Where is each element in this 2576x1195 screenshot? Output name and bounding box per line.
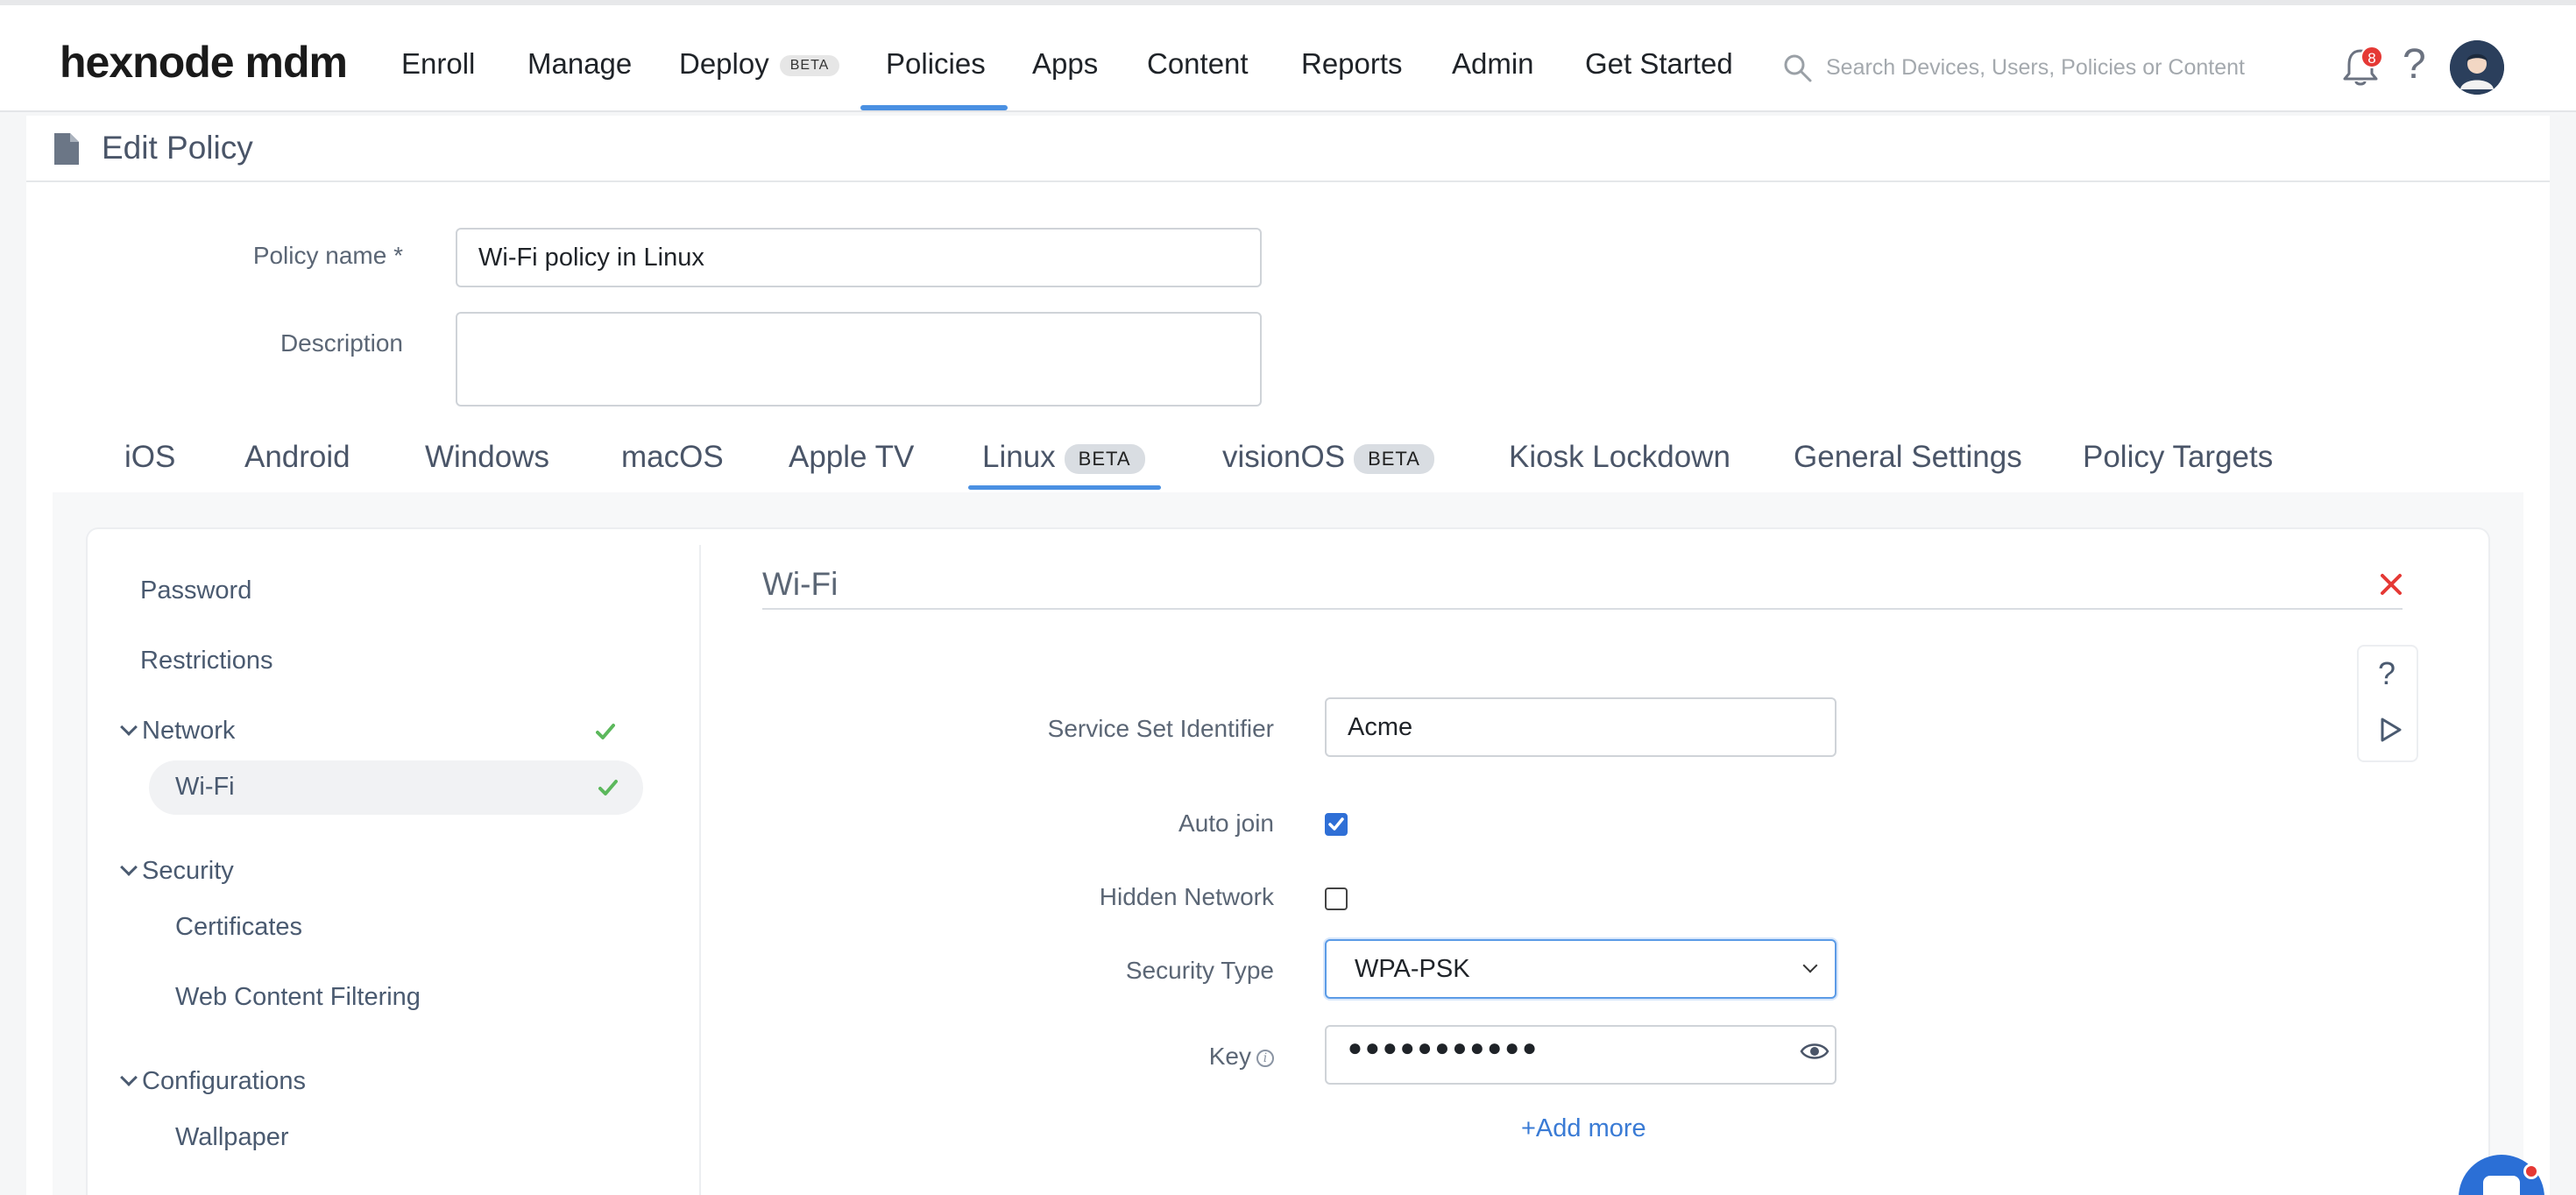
security-type-select[interactable]: WPA-PSK bbox=[1325, 939, 1836, 999]
nav-reports[interactable]: Reports bbox=[1301, 47, 1403, 81]
tab-policy-targets[interactable]: Policy Targets bbox=[2083, 440, 2273, 475]
policy-name-input[interactable]: Wi-Fi policy in Linux bbox=[456, 228, 1262, 287]
beta-badge: BETA bbox=[1354, 443, 1434, 474]
checkmark-icon bbox=[1328, 817, 1344, 831]
search-input[interactable] bbox=[1826, 49, 2282, 86]
play-icon[interactable] bbox=[2380, 717, 2403, 743]
sidebar-group-configurations[interactable]: Configurations bbox=[120, 1067, 306, 1096]
tab-active-underline bbox=[968, 485, 1161, 490]
sidebar-group-security[interactable]: Security bbox=[120, 857, 234, 886]
sidebar-item-web-content-filtering[interactable]: Web Content Filtering bbox=[175, 983, 421, 1012]
tab-ios[interactable]: iOS bbox=[124, 440, 175, 475]
nav-enroll[interactable]: Enroll bbox=[401, 47, 475, 81]
policy-settings-card bbox=[86, 527, 2490, 1195]
sidebar-item-wallpaper[interactable]: Wallpaper bbox=[175, 1123, 288, 1152]
tab-android[interactable]: Android bbox=[244, 440, 350, 475]
tab-linux[interactable]: Linux BETA bbox=[982, 440, 1145, 475]
ssid-input[interactable]: Acme bbox=[1325, 697, 1836, 757]
brand-logo[interactable]: hexnode mdm bbox=[60, 37, 348, 88]
sidebar-item-certificates[interactable]: Certificates bbox=[175, 913, 302, 942]
tab-macos[interactable]: macOS bbox=[621, 440, 724, 475]
sidebar-item-password[interactable]: Password bbox=[140, 576, 251, 605]
help-toolbox: ? bbox=[2357, 645, 2418, 762]
chevron-down-icon bbox=[120, 1069, 138, 1086]
close-icon[interactable] bbox=[2378, 571, 2404, 598]
beta-badge: BETA bbox=[1064, 443, 1145, 474]
panel-divider bbox=[762, 608, 2403, 610]
key-label-wrap: Key i bbox=[876, 1043, 1274, 1071]
eye-icon[interactable] bbox=[1800, 1041, 1829, 1062]
document-icon bbox=[54, 133, 79, 165]
nav-apps[interactable]: Apps bbox=[1032, 47, 1098, 81]
info-icon[interactable]: i bbox=[1256, 1049, 1274, 1067]
nav-manage[interactable]: Manage bbox=[527, 47, 632, 81]
description-label: Description bbox=[280, 329, 403, 357]
tab-visionos[interactable]: visionOS BETA bbox=[1222, 440, 1434, 475]
sidebar-group-network[interactable]: Network bbox=[120, 717, 235, 746]
top-navbar: hexnode mdm Enroll Manage Deploy BETA Pol… bbox=[0, 0, 2576, 112]
nav-deploy[interactable]: Deploy BETA bbox=[679, 47, 840, 81]
tab-apple-tv[interactable]: Apple TV bbox=[789, 440, 914, 475]
notification-badge: 8 bbox=[2360, 46, 2383, 68]
sidebar-item-wifi[interactable]: Wi-Fi bbox=[175, 773, 235, 802]
policy-name-label: Policy name * bbox=[252, 242, 403, 269]
checkmark-icon bbox=[598, 780, 618, 795]
key-masked-value: ●●●●●●●●●●● bbox=[1348, 1034, 1540, 1061]
nav-get-started[interactable]: Get Started bbox=[1585, 47, 1733, 81]
checkmark-icon bbox=[596, 724, 615, 739]
auto-join-checkbox[interactable] bbox=[1325, 813, 1348, 836]
help-icon[interactable]: ? bbox=[2378, 655, 2396, 692]
ssid-label: Service Set Identifier bbox=[1047, 715, 1274, 742]
chevron-down-icon bbox=[120, 859, 138, 876]
tab-windows[interactable]: Windows bbox=[425, 440, 549, 475]
auto-join-label: Auto join bbox=[1178, 810, 1274, 837]
help-icon[interactable]: ? bbox=[2403, 40, 2426, 88]
sidebar-item-restrictions[interactable]: Restrictions bbox=[140, 647, 273, 675]
description-textarea[interactable] bbox=[456, 312, 1262, 407]
nav-admin[interactable]: Admin bbox=[1452, 47, 1534, 81]
tab-kiosk-lockdown[interactable]: Kiosk Lockdown bbox=[1509, 440, 1730, 475]
chat-notification-dot bbox=[2523, 1163, 2539, 1179]
chevron-down-icon bbox=[1802, 958, 1818, 973]
page-header: Edit Policy bbox=[26, 116, 2550, 182]
security-type-label: Security Type bbox=[1125, 957, 1274, 984]
tab-general-settings[interactable]: General Settings bbox=[1794, 440, 2022, 475]
nav-content[interactable]: Content bbox=[1147, 47, 1249, 81]
search-icon bbox=[1784, 54, 1812, 82]
page-title: Edit Policy bbox=[102, 130, 253, 166]
nav-policies[interactable]: Policies bbox=[886, 47, 986, 81]
hidden-network-label: Hidden Network bbox=[1099, 883, 1274, 910]
wifi-panel-title: Wi-Fi bbox=[762, 566, 839, 602]
os-tabs: iOS Android Windows macOS Apple TV Linux… bbox=[26, 421, 2550, 491]
avatar[interactable] bbox=[2450, 40, 2504, 95]
add-more-link[interactable]: +Add more bbox=[1521, 1114, 1646, 1143]
beta-badge: BETA bbox=[779, 55, 840, 77]
hidden-network-checkbox[interactable] bbox=[1325, 887, 1348, 910]
user-avatar-icon bbox=[2450, 40, 2504, 95]
nav-active-underline bbox=[860, 105, 1008, 110]
chevron-down-icon bbox=[120, 718, 138, 736]
sidebar-divider bbox=[699, 545, 701, 1195]
chat-icon bbox=[2483, 1176, 2520, 1195]
